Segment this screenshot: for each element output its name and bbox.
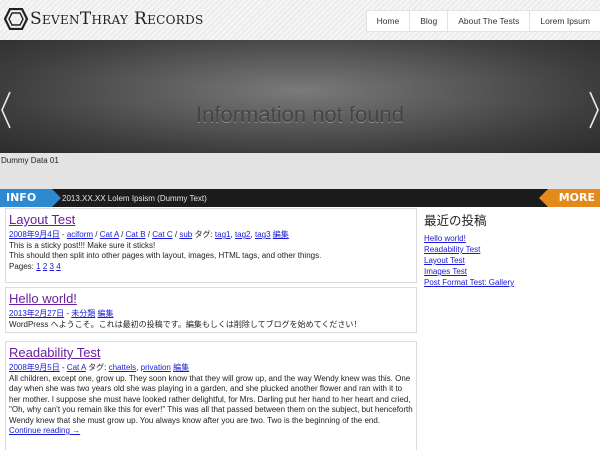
edit-link[interactable]: 編集 — [273, 230, 289, 239]
slider-caption: Dummy Data 01 — [0, 153, 600, 189]
meta-separator: / — [118, 230, 126, 239]
meta-separator: - — [59, 230, 67, 239]
post-title[interactable]: Layout Test — [9, 211, 413, 228]
hero-slider: Information not found — [0, 40, 600, 153]
category-link[interactable]: Cat B — [126, 230, 146, 239]
tag-link[interactable]: privation — [141, 363, 171, 372]
more-button[interactable]: MORE — [539, 189, 600, 207]
post-readability-test: Readability Test 2008年9月5日 - Cat A タグ: c… — [5, 341, 417, 450]
sidebar-recent-posts: 最近の投稿 Hello world! Readability Test Layo… — [424, 209, 594, 288]
post-date[interactable]: 2013年2月27日 — [9, 309, 64, 318]
post-body-line: This is a sticky post!!! Make sure it st… — [9, 240, 156, 250]
page-link[interactable]: 1 — [36, 262, 40, 271]
category-link[interactable]: 未分類 — [71, 309, 95, 318]
info-bar: INFO 2013.XX.XX Lolem Ipsism (Dummy Text… — [0, 189, 600, 207]
edit-link[interactable]: 編集 — [173, 363, 189, 372]
category-link[interactable]: Cat C — [152, 230, 172, 239]
tags-label: タグ: — [85, 363, 109, 372]
site-logo[interactable]: SevenThray Records — [4, 8, 204, 30]
post-hello-world: Hello world! 2013年2月27日 - 未分類 編集 WordPre… — [5, 287, 417, 333]
edit-link[interactable]: 編集 — [98, 309, 114, 318]
post-pagination: Pages: 1 2 3 4 — [9, 262, 413, 273]
post-meta: 2013年2月27日 - 未分類 編集 — [9, 309, 413, 320]
post-body: All children, except one, grow up. They … — [9, 373, 413, 425]
site-name: SevenThray Records — [30, 9, 204, 29]
tag-link[interactable]: tag2 — [235, 230, 251, 239]
slider-prev-icon[interactable] — [0, 90, 12, 130]
page-link[interactable]: 4 — [56, 262, 60, 271]
hexagon-logo-icon — [4, 8, 28, 30]
tags-label: タグ: — [192, 230, 215, 239]
post-layout-test: Layout Test 2008年9月4日 - aciform / Cat A … — [5, 208, 417, 283]
recent-post-link[interactable]: Post Format Test: Gallery — [424, 277, 594, 288]
post-title[interactable]: Hello world! — [9, 290, 413, 307]
pages-label: Pages: — [9, 261, 37, 271]
info-ticker-text[interactable]: 2013.XX.XX Lolem Ipsism (Dummy Text) — [62, 194, 207, 203]
tag-link[interactable]: chattels — [109, 363, 137, 372]
page-link[interactable]: 2 — [43, 262, 47, 271]
category-link[interactable]: sub — [179, 230, 192, 239]
slider-next-icon[interactable] — [588, 90, 600, 130]
post-title[interactable]: Readability Test — [9, 344, 413, 361]
nav-blog[interactable]: Blog — [409, 10, 448, 32]
meta-separator: - — [59, 363, 67, 372]
post-body: WordPress へようこそ。これは最初の投稿です。編集もしくは削除してブログ… — [9, 319, 362, 329]
tag-link[interactable]: tag3 — [255, 230, 271, 239]
meta-separator: / — [93, 230, 100, 239]
continue-reading-link[interactable]: Continue reading → — [9, 426, 80, 435]
post-meta: 2008年9月4日 - aciform / Cat A / Cat B / Ca… — [9, 230, 289, 239]
recent-post-link[interactable]: Layout Test — [424, 255, 594, 266]
recent-post-link[interactable]: Hello world! — [424, 233, 594, 244]
main-nav: Home Blog About The Tests Lorem Ipsum — [365, 10, 600, 32]
info-label: INFO — [0, 189, 61, 207]
page-link[interactable]: 3 — [50, 262, 54, 271]
slider-message: Information not found — [196, 102, 404, 127]
recent-post-link[interactable]: Images Test — [424, 266, 594, 277]
tag-link[interactable]: tag1 — [215, 230, 231, 239]
category-link[interactable]: Cat A — [67, 363, 86, 372]
category-link[interactable]: Cat A — [100, 230, 119, 239]
recent-post-link[interactable]: Readability Test — [424, 244, 594, 255]
sidebar-title: 最近の投稿 — [424, 213, 487, 228]
site-header: SevenThray Records Home Blog About The T… — [0, 0, 600, 40]
post-body-line: This should then split into other pages … — [9, 251, 322, 260]
nav-about-the-tests[interactable]: About The Tests — [447, 10, 530, 32]
post-date[interactable]: 2008年9月5日 — [9, 363, 60, 372]
post-date[interactable]: 2008年9月4日 — [9, 230, 60, 239]
post-meta: 2008年9月5日 - Cat A タグ: chattels, privatio… — [9, 363, 190, 372]
nav-home[interactable]: Home — [365, 10, 410, 32]
nav-lorem-ipsum[interactable]: Lorem Ipsum — [529, 10, 600, 32]
post-author[interactable]: aciform — [67, 230, 93, 239]
